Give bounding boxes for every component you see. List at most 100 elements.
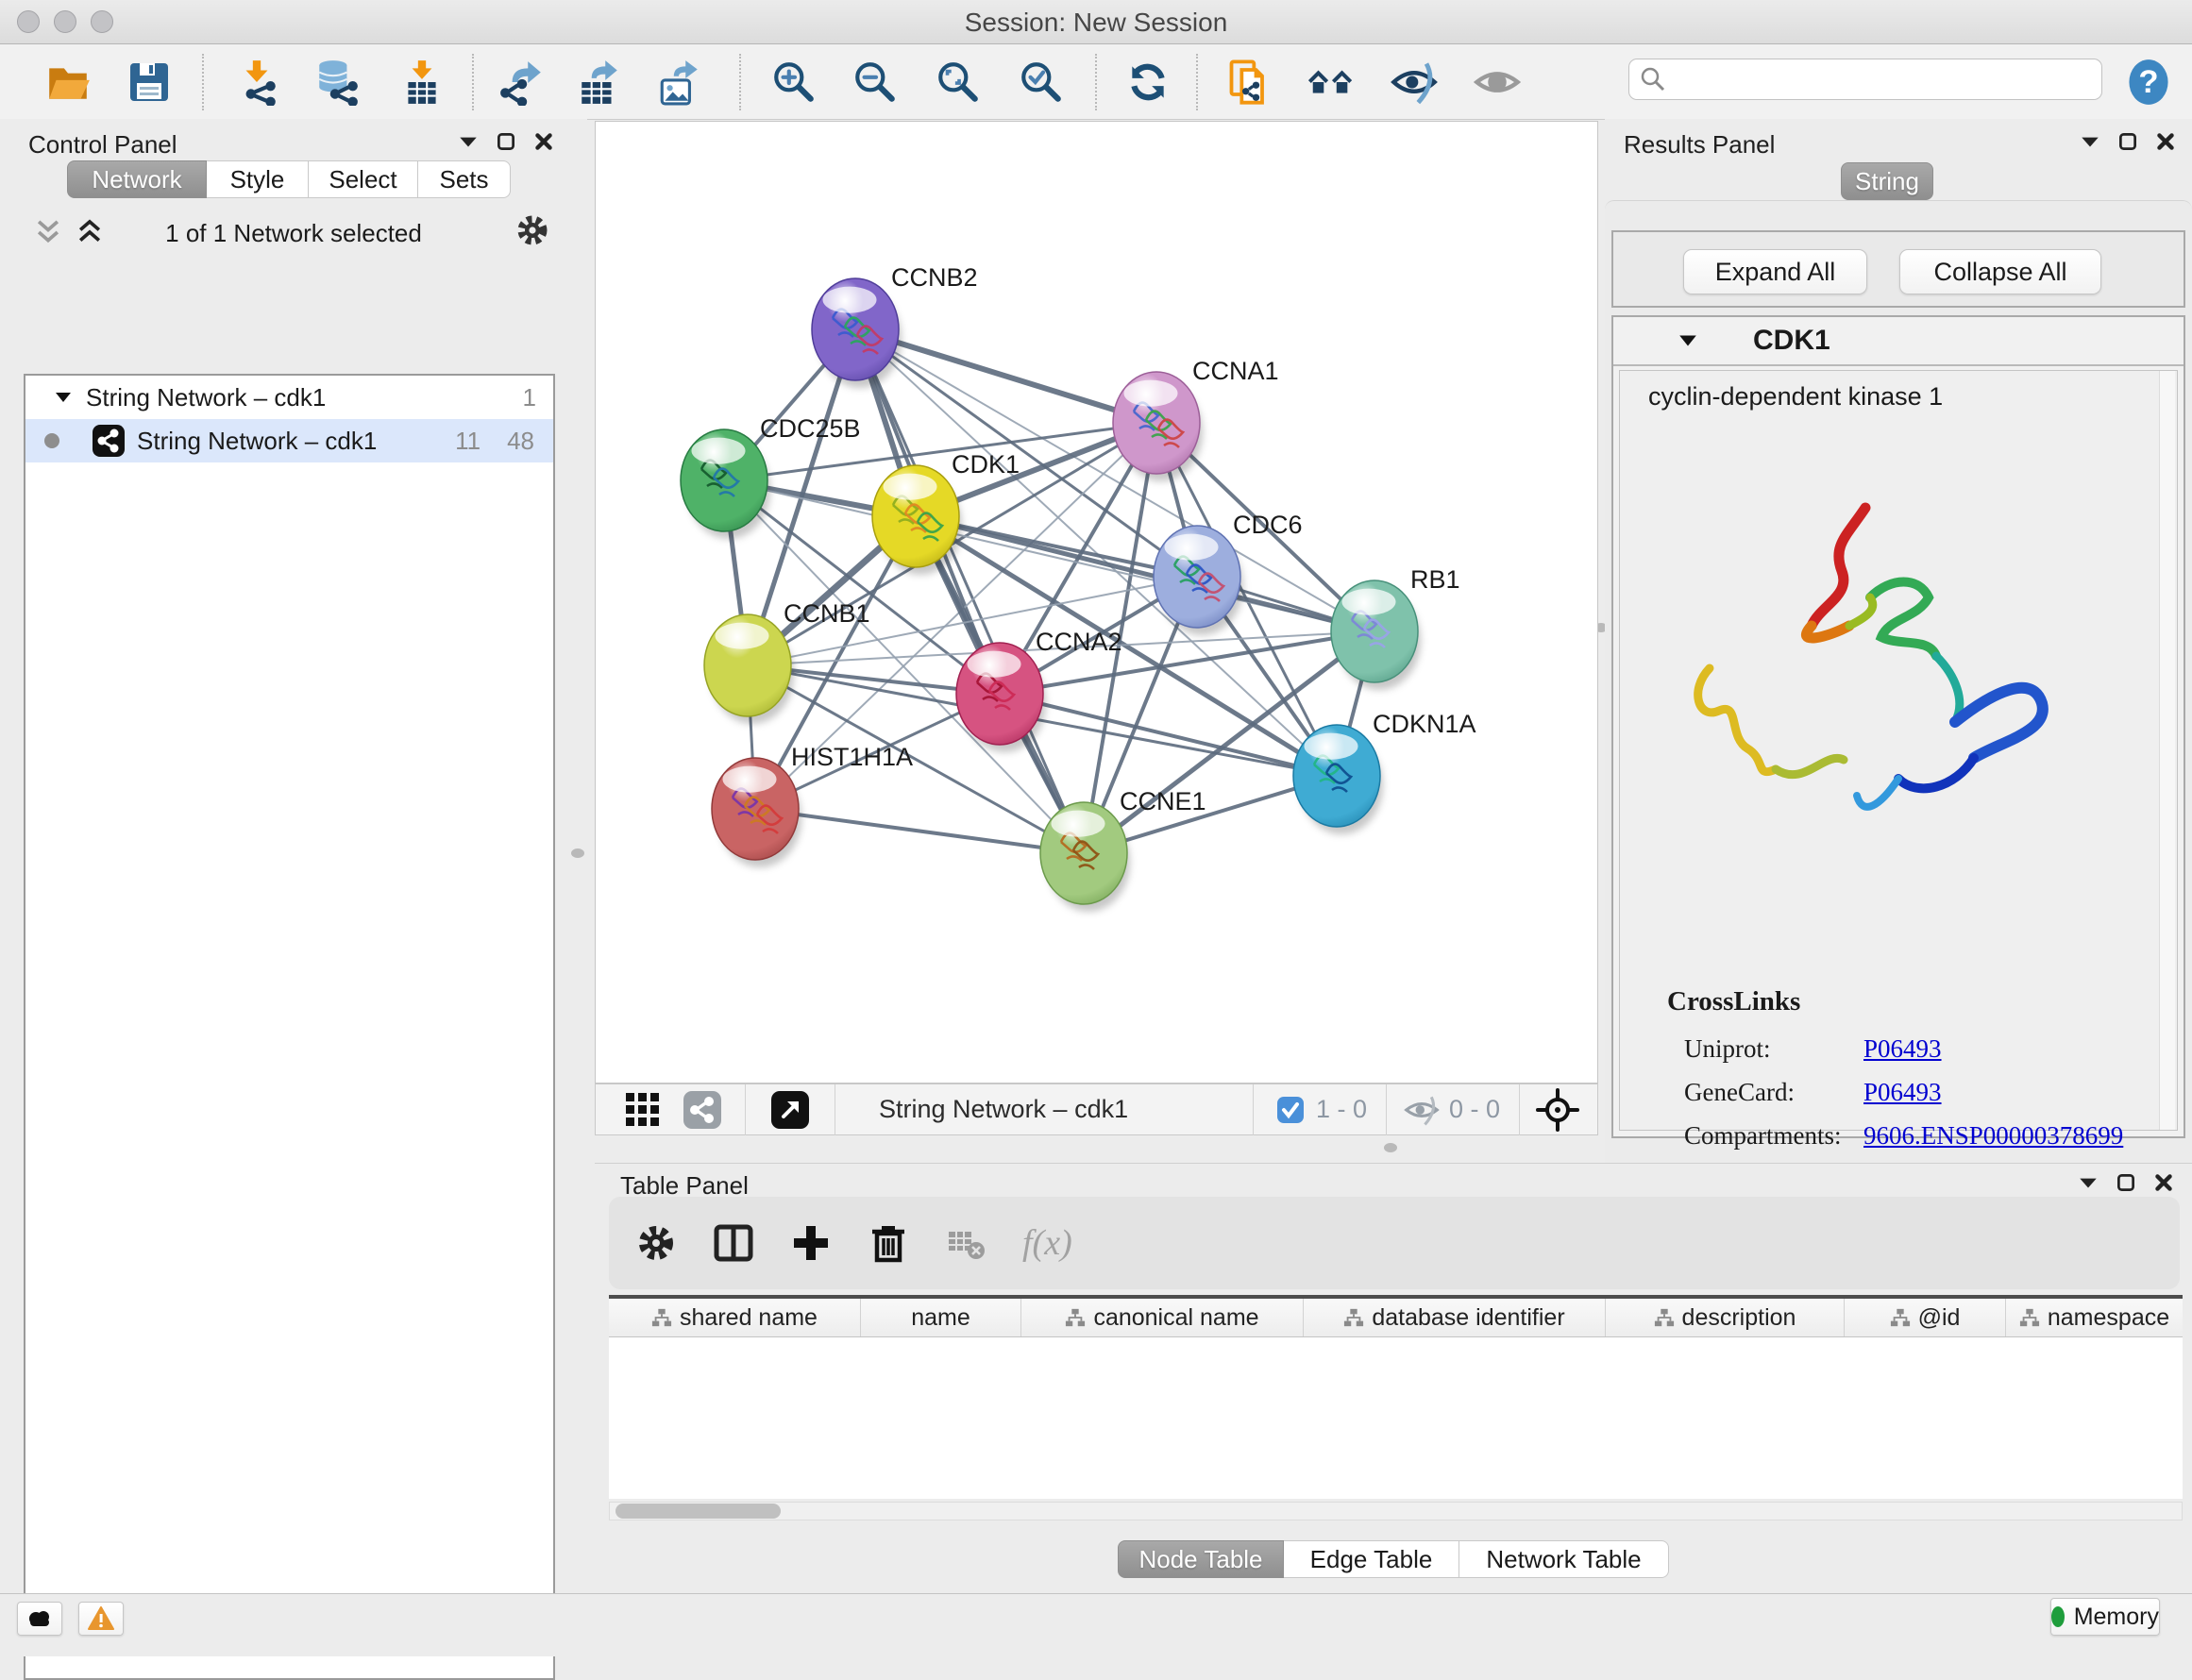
network-edge[interactable] — [916, 516, 1374, 631]
column-header-name[interactable]: name — [861, 1299, 1021, 1336]
zoom-in-icon[interactable] — [769, 58, 818, 107]
network-node-CDC25B[interactable]: CDC25B — [681, 414, 861, 539]
expand-all-button[interactable]: Expand All — [1683, 249, 1867, 294]
preview-eye-icon[interactable] — [1473, 58, 1522, 107]
column-header-description[interactable]: description — [1606, 1299, 1845, 1336]
show-columns-icon[interactable] — [713, 1222, 754, 1264]
network-selection-status: 1 of 1 Network selected — [0, 219, 587, 248]
bar-separator — [1519, 1084, 1520, 1135]
tree-expander-icon[interactable] — [54, 388, 73, 407]
tab-edge-table[interactable]: Edge Table — [1284, 1540, 1459, 1578]
table-settings-gear-icon[interactable] — [635, 1222, 677, 1264]
export-table-icon[interactable] — [575, 58, 624, 107]
tab-string[interactable]: String — [1841, 162, 1933, 200]
table-horizontal-scrollbar[interactable] — [609, 1502, 2183, 1520]
panel-menu-icon[interactable] — [2077, 1171, 2099, 1194]
column-header-id[interactable]: @id — [1845, 1299, 2006, 1336]
toolbar-separator — [739, 54, 741, 110]
crosslink-label: Compartments: — [1684, 1121, 1863, 1151]
results-vertical-scrollbar[interactable] — [2159, 371, 2175, 1130]
column-header-shared-name[interactable]: shared name — [609, 1299, 861, 1336]
tab-select[interactable]: Select — [309, 160, 418, 198]
import-network-icon[interactable] — [232, 58, 281, 107]
hidden-eye-icon[interactable] — [1402, 1093, 1442, 1127]
network-node-CDK1[interactable]: CDK1 — [872, 450, 1020, 575]
column-header-database-identifier[interactable]: database identifier — [1304, 1299, 1606, 1336]
warning-status-button[interactable] — [78, 1602, 124, 1636]
panel-close-icon[interactable] — [2152, 1171, 2175, 1194]
left-splitter-handle[interactable] — [571, 848, 584, 858]
export-network-icon[interactable] — [497, 58, 547, 107]
network-node-CCNE1[interactable]: CCNE1 — [1040, 787, 1206, 912]
panel-float-icon[interactable] — [2115, 1171, 2137, 1194]
panel-float-icon[interactable] — [2116, 130, 2139, 153]
show-hide-icon[interactable] — [1390, 58, 1439, 107]
horizontal-splitter-handle[interactable] — [1384, 1143, 1397, 1152]
network-node-HIST1H1A[interactable]: HIST1H1A — [712, 743, 913, 867]
tab-node-table[interactable]: Node Table — [1118, 1540, 1284, 1578]
string-badge-icon[interactable] — [683, 1090, 722, 1130]
selected-checkbox-icon[interactable] — [1276, 1096, 1305, 1124]
network-view-toolbar: String Network – cdk1 1 - 0 0 - 0 — [595, 1084, 1598, 1135]
birdseye-grid-icon[interactable] — [624, 1091, 662, 1129]
tab-sets[interactable]: Sets — [418, 160, 511, 198]
gene-card-expander-icon[interactable] — [1678, 330, 1698, 351]
copy-style-icon[interactable] — [1225, 58, 1274, 107]
hidden-node-edge-counts: 0 - 0 — [1449, 1095, 1500, 1124]
first-neighbors-icon[interactable] — [1307, 58, 1356, 107]
network-node-RB1[interactable]: RB1 — [1331, 565, 1460, 690]
create-column-icon[interactable] — [790, 1222, 832, 1264]
delete-table-icon-disabled — [945, 1222, 986, 1264]
save-session-icon[interactable] — [125, 58, 174, 107]
network-options-gear-icon[interactable] — [515, 213, 549, 247]
network-edge[interactable] — [855, 329, 1084, 853]
network-node-CDC6[interactable]: CDC6 — [1154, 511, 1303, 635]
column-header-namespace[interactable]: namespace — [2006, 1299, 2183, 1336]
column-type-icon — [1654, 1307, 1675, 1328]
network-edge[interactable] — [755, 809, 1084, 853]
cloud-status-button[interactable] — [17, 1602, 62, 1636]
tab-network-table[interactable]: Network Table — [1459, 1540, 1669, 1578]
crosslink-value-link[interactable]: 9606.ENSP00000378699 — [1863, 1121, 2123, 1151]
network-node-CCNB1[interactable]: CCNB1 — [704, 599, 870, 724]
results-panel: Results Panel String Expand All Collapse… — [1605, 119, 2192, 1163]
table-scrollbar-thumb[interactable] — [615, 1504, 781, 1519]
string-app-icon — [92, 424, 126, 458]
refresh-view-icon[interactable] — [1123, 58, 1172, 107]
import-table-icon[interactable] — [397, 58, 447, 107]
crosslink-value-link[interactable]: P06493 — [1863, 1034, 1942, 1064]
panel-close-icon[interactable] — [2154, 130, 2177, 153]
tab-network[interactable]: Network — [67, 160, 207, 198]
collapse-all-button[interactable]: Collapse All — [1899, 249, 2101, 294]
open-in-window-icon[interactable] — [770, 1090, 810, 1130]
help-icon[interactable]: ? — [2124, 58, 2173, 107]
panel-menu-icon[interactable] — [2079, 130, 2101, 153]
column-header-canonical-name[interactable]: canonical name — [1021, 1299, 1304, 1336]
toolbar-separator — [1095, 54, 1097, 110]
crosslink-value-link[interactable]: P06493 — [1863, 1078, 1942, 1107]
panel-float-icon[interactable] — [495, 130, 517, 153]
network-node-CCNB2[interactable]: CCNB2 — [812, 263, 978, 388]
import-database-icon[interactable] — [312, 58, 362, 107]
export-image-icon[interactable] — [655, 58, 704, 107]
zoom-selected-icon[interactable] — [1017, 58, 1066, 107]
results-panel-title: Results Panel — [1624, 130, 1775, 160]
fit-content-crosshair-icon[interactable] — [1535, 1087, 1580, 1133]
panel-menu-icon[interactable] — [457, 130, 480, 153]
tab-style[interactable]: Style — [207, 160, 309, 198]
network-graph[interactable]: CCNB2CCNA1CDC25BCDK1CDC6RB1CCNB1CCNA2CDK… — [596, 122, 1597, 1083]
panel-close-icon[interactable] — [532, 130, 555, 153]
delete-column-icon[interactable] — [868, 1222, 909, 1264]
zoom-fit-icon[interactable] — [934, 58, 983, 107]
network-node-CDKN1A[interactable]: CDKN1A — [1293, 710, 1476, 834]
search-input[interactable] — [1667, 64, 2101, 95]
network-collection-row[interactable]: String Network – cdk1 1 — [25, 376, 553, 419]
zoom-out-icon[interactable] — [851, 58, 900, 107]
network-row-selected[interactable]: String Network – cdk1 11 48 — [25, 419, 553, 462]
node-label: CDC25B — [760, 414, 861, 443]
network-canvas[interactable]: CCNB2CCNA1CDC25BCDK1CDC6RB1CCNB1CCNA2CDK… — [595, 121, 1598, 1084]
open-session-icon[interactable] — [43, 58, 93, 107]
memory-button[interactable]: Memory — [2050, 1598, 2160, 1636]
protein-structure-image — [1653, 484, 2078, 862]
toolbar-separator — [1196, 54, 1198, 110]
